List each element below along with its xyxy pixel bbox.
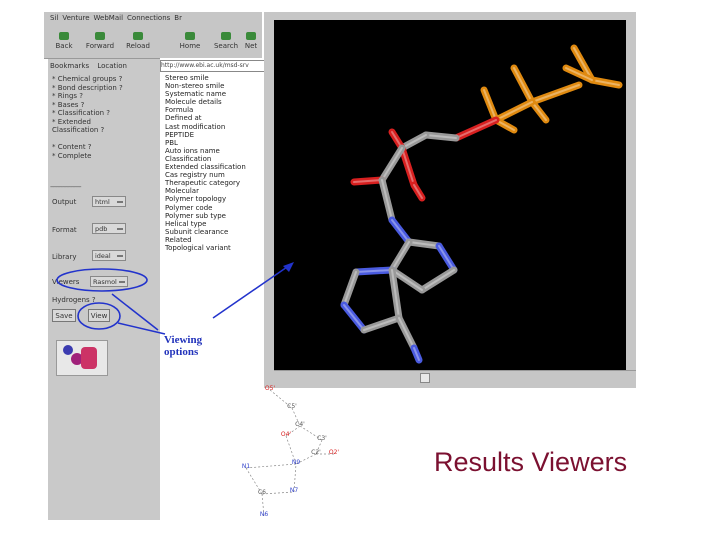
slide-title: Results Viewers — [434, 447, 628, 477]
annotation-line: Viewing — [164, 334, 203, 346]
viewer-select-highlight — [56, 268, 148, 292]
arrow-head — [283, 262, 294, 272]
viewing-options-annotation: Viewing options — [164, 334, 202, 358]
viewer-arrow — [212, 264, 291, 319]
slide: Sil Venture WebMail Connections Br Back … — [0, 0, 720, 540]
annotation-line: options — [164, 346, 199, 358]
callout-line — [117, 322, 166, 335]
view-button-highlight — [77, 302, 121, 330]
